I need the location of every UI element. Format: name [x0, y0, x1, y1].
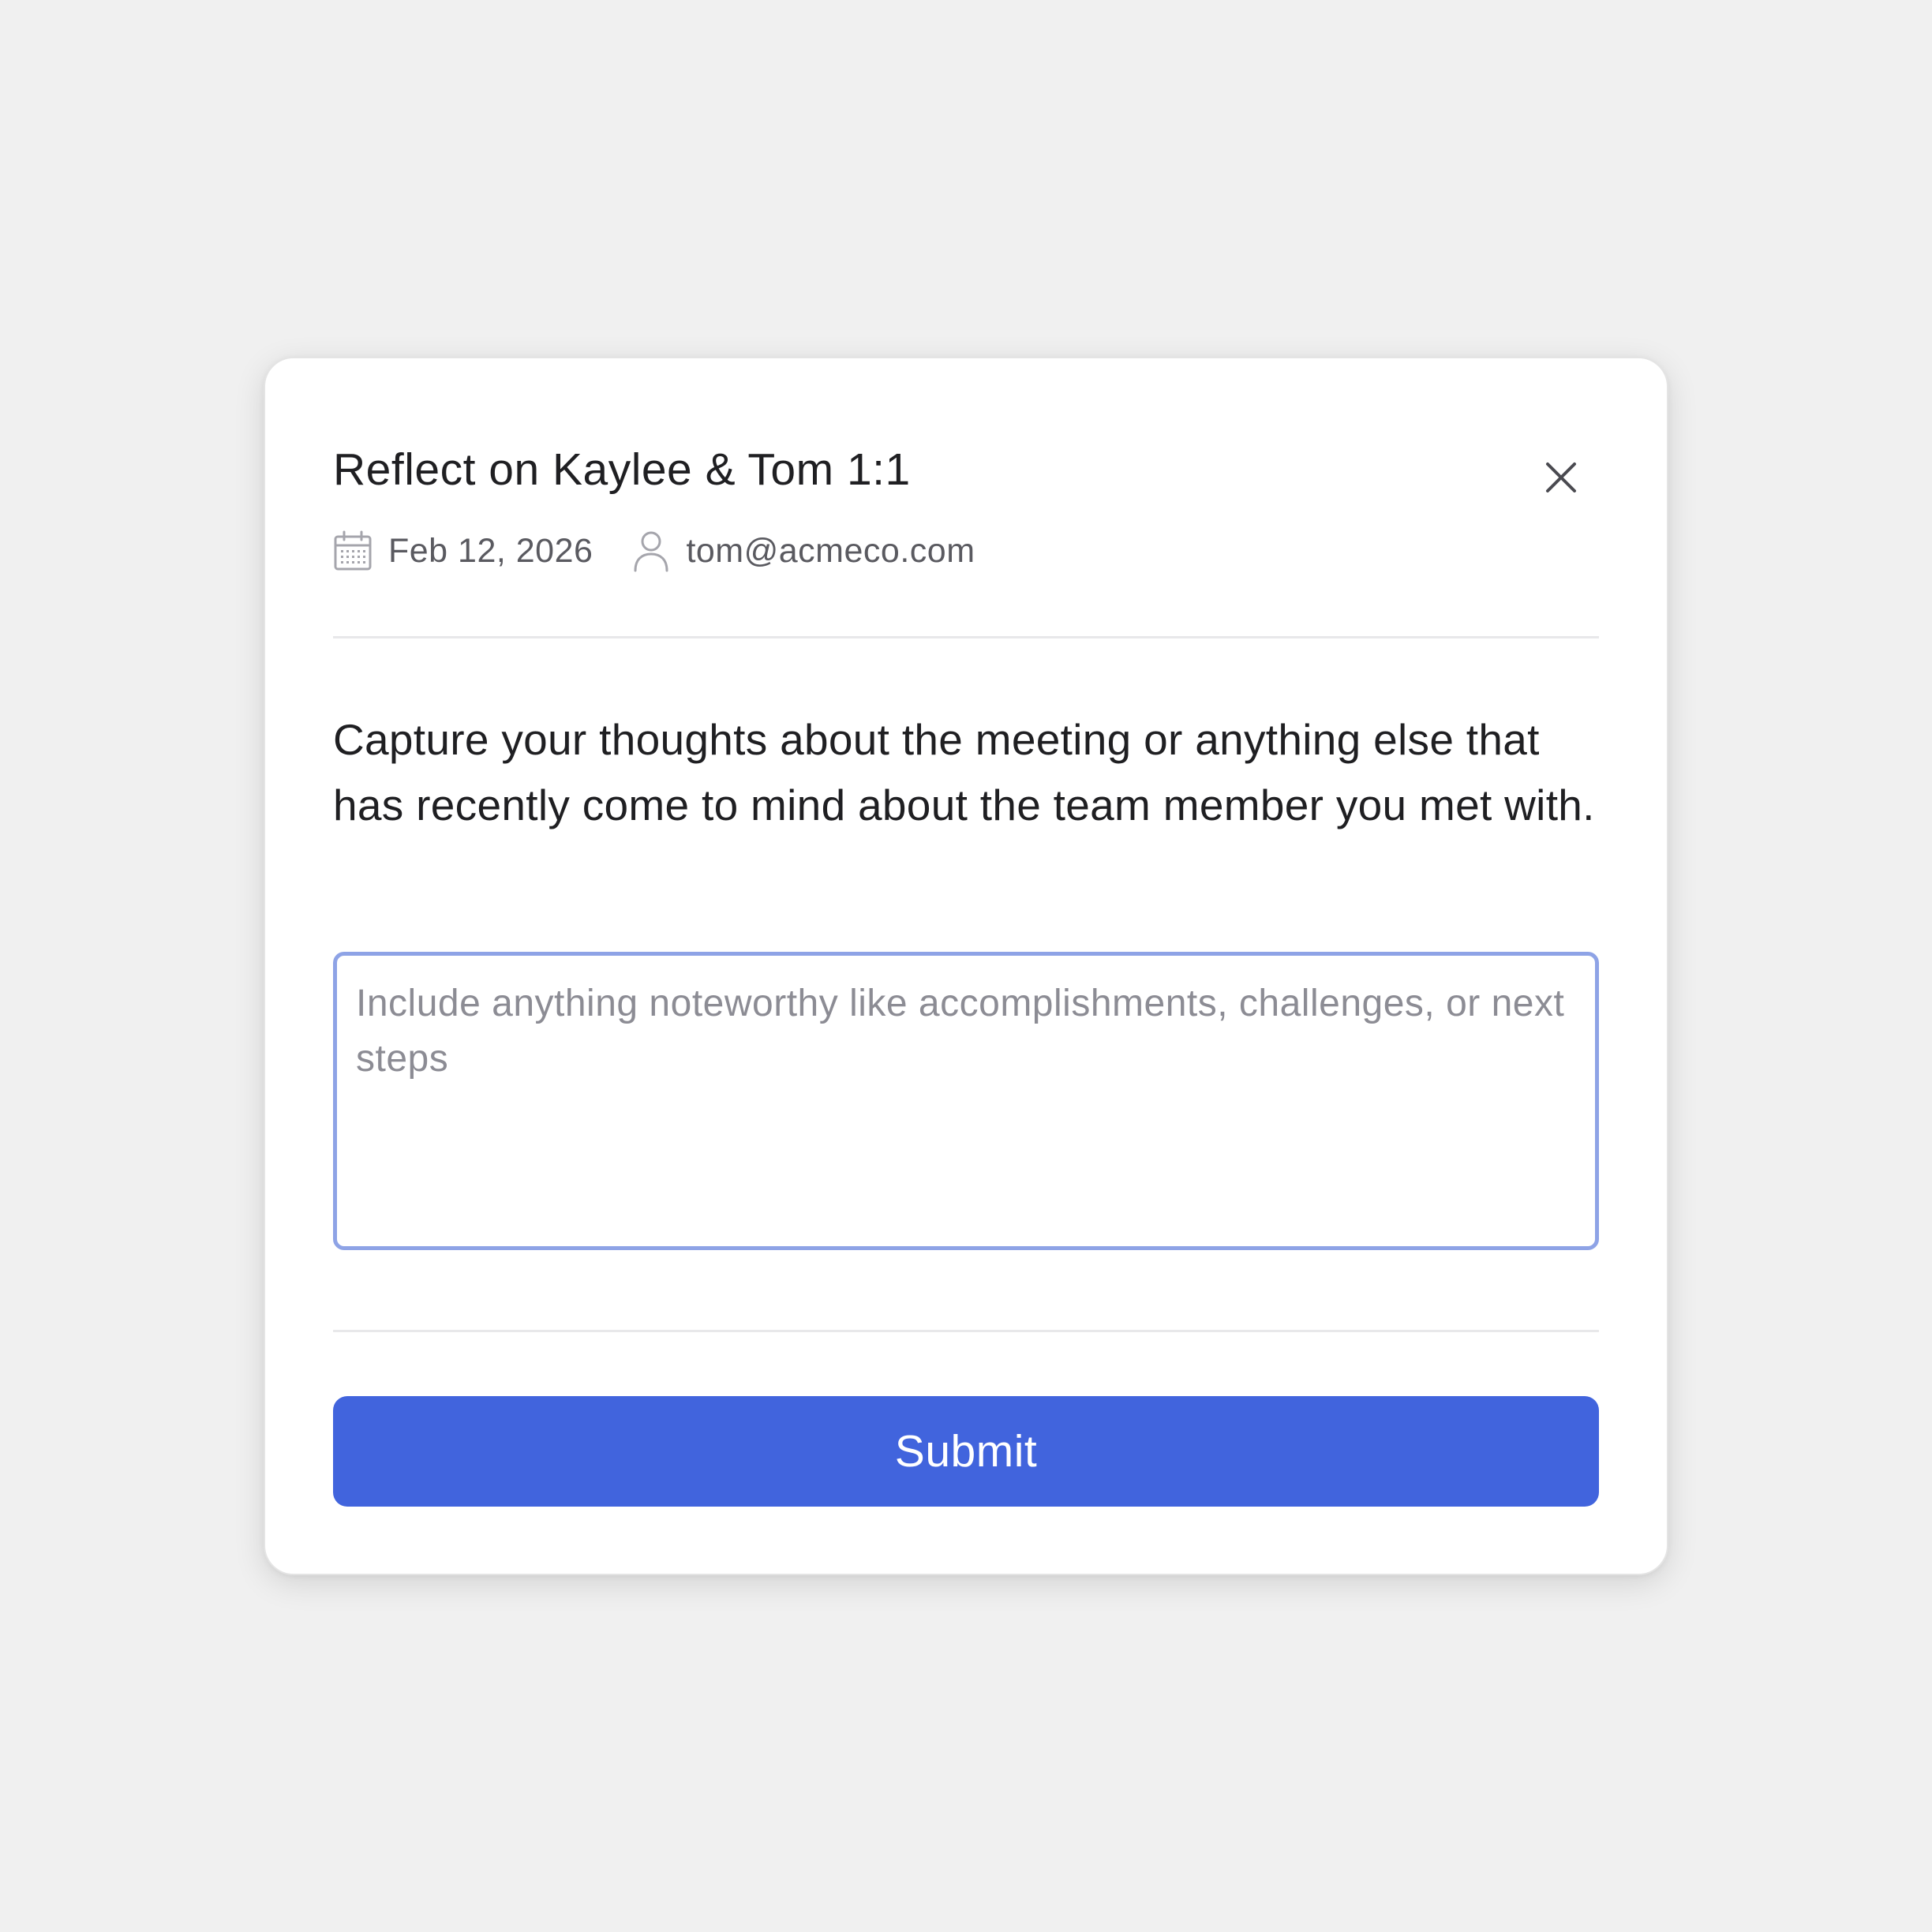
calendar-icon — [333, 530, 373, 571]
submit-button[interactable]: Submit — [333, 1396, 1599, 1507]
dialog-title: Reflect on Kaylee & Tom 1:1 — [333, 444, 911, 495]
header-divider — [333, 636, 1599, 638]
footer-divider — [333, 1330, 1599, 1332]
user-icon — [632, 530, 670, 572]
reflection-notes-input[interactable] — [333, 952, 1599, 1250]
reflection-prompt: Capture your thoughts about the meeting … — [333, 715, 1595, 829]
meeting-meta: Feb 12, 2026 tom@acmeco.com — [333, 527, 975, 575]
close-icon — [1546, 462, 1576, 492]
attendee-email: tom@acmeco.com — [686, 531, 975, 570]
reflection-dialog: Reflect on Kaylee & Tom 1:1 Feb 12, 2026 — [264, 357, 1668, 1575]
close-button[interactable] — [1533, 449, 1589, 506]
meeting-date: Feb 12, 2026 — [388, 531, 593, 570]
